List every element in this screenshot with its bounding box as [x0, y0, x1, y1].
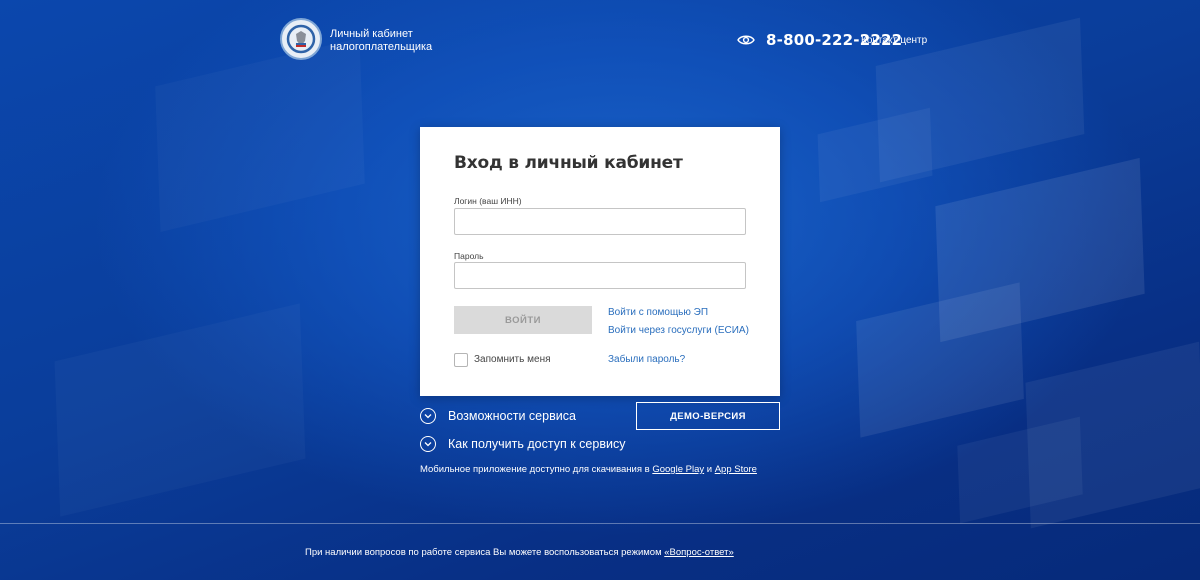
- mobile-app-note: Мобильное приложение доступно для скачив…: [420, 464, 757, 475]
- logo-title-line2: налогоплательщика: [330, 41, 433, 53]
- footer-divider: [0, 523, 1200, 524]
- forgot-password-link[interactable]: Забыли пароль?: [608, 354, 685, 365]
- login-input[interactable]: [454, 208, 746, 235]
- logo-title-line1: Личный кабинет: [330, 28, 413, 40]
- login-label: Логин (ваш ИНН): [454, 196, 522, 206]
- login-esia-link[interactable]: Войти через госуслуги (ЕСИА): [608, 325, 749, 336]
- password-input[interactable]: [454, 262, 746, 289]
- logo-title[interactable]: Личный кабинет налогоплательщика: [330, 28, 432, 54]
- chevron-down-icon: [420, 436, 436, 452]
- remember-label: Запомнить меня: [474, 354, 551, 365]
- demo-button[interactable]: ДЕМО-ВЕРСИЯ: [636, 402, 780, 430]
- emblem-logo[interactable]: [280, 18, 322, 60]
- background-tile: [55, 303, 306, 516]
- access-label: Как получить доступ к сервису: [448, 437, 626, 451]
- contact-center-link[interactable]: Контакт-центр: [861, 35, 927, 46]
- footer-note: При наличии вопросов по работе сервиса В…: [305, 547, 734, 558]
- login-ep-link[interactable]: Войти с помощью ЭП: [608, 307, 708, 318]
- footer-text: При наличии вопросов по работе сервиса В…: [305, 547, 662, 558]
- qa-link[interactable]: «Вопрос-ответ»: [664, 547, 734, 558]
- access-toggle[interactable]: Как получить доступ к сервису: [420, 435, 625, 453]
- password-label: Пароль: [454, 251, 484, 261]
- remember-checkbox[interactable]: [454, 353, 468, 367]
- eye-icon[interactable]: [737, 34, 755, 46]
- and-text: и: [706, 464, 713, 475]
- app-store-link[interactable]: App Store: [715, 464, 757, 475]
- login-title: Вход в личный кабинет: [454, 153, 683, 173]
- header: Личный кабинет налогоплательщика 8-800-2…: [0, 0, 1200, 80]
- features-toggle[interactable]: Возможности сервиса: [420, 407, 576, 425]
- emblem-icon: [286, 24, 316, 54]
- background-tile: [856, 282, 1024, 438]
- background-tile: [817, 107, 933, 203]
- chevron-down-icon: [420, 408, 436, 424]
- features-label: Возможности сервиса: [448, 409, 576, 423]
- mobile-app-text: Мобильное приложение доступно для скачив…: [420, 464, 650, 475]
- login-card: Вход в личный кабинет Логин (ваш ИНН) Па…: [420, 127, 780, 396]
- login-button[interactable]: ВОЙТИ: [454, 306, 592, 334]
- google-play-link[interactable]: Google Play: [652, 464, 704, 475]
